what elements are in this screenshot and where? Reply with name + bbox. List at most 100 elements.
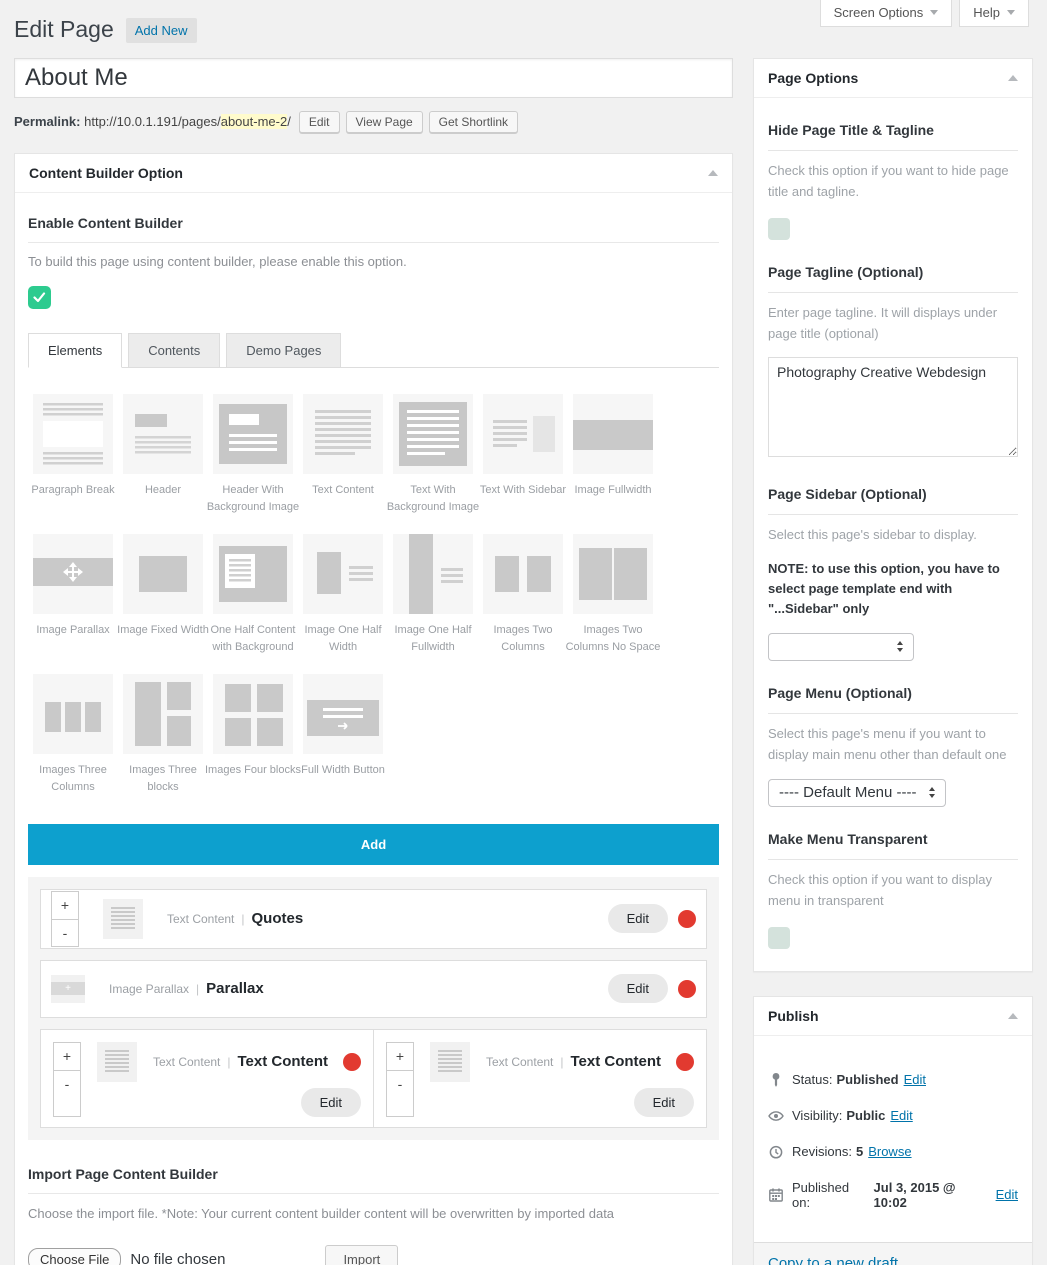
stepper-minus-button[interactable]: - xyxy=(54,1070,80,1097)
page-options-panel-header[interactable]: Page Options xyxy=(754,59,1032,98)
content-builder-panel: Content Builder Option Enable Content Bu… xyxy=(14,153,733,1265)
page-sidebar-select[interactable] xyxy=(768,633,914,661)
menu-transparent-description: Check this option if you want to display… xyxy=(768,869,1018,911)
publish-panel: Publish Status: Published Edit Visibilit… xyxy=(753,996,1033,1265)
content-builder-panel-header[interactable]: Content Builder Option xyxy=(15,154,732,193)
row-delete-button[interactable] xyxy=(343,1053,361,1071)
row-edit-button[interactable]: Edit xyxy=(608,904,668,933)
page-sidebar-heading: Page Sidebar (Optional) xyxy=(768,486,1018,515)
stepper-plus-button[interactable]: + xyxy=(52,892,78,919)
row-type-label: Text Content xyxy=(167,912,234,926)
help-label: Help xyxy=(973,5,1000,20)
element-text-with-background-image[interactable]: Text With Background Image xyxy=(388,394,478,516)
paragraph-break-icon xyxy=(33,394,113,474)
stepper-plus-button[interactable]: + xyxy=(54,1043,80,1070)
element-images-two-columns[interactable]: Images Two Columns xyxy=(478,534,568,656)
eye-icon xyxy=(768,1108,784,1124)
row-edit-button[interactable]: Edit xyxy=(608,974,668,1003)
add-element-button[interactable]: Add xyxy=(28,824,719,865)
tab-demo-pages[interactable]: Demo Pages xyxy=(226,333,341,368)
builder-row-text-content-1: + - Text Content | Text Content xyxy=(41,1030,374,1127)
row-delete-button[interactable] xyxy=(678,910,696,928)
images-three-blocks-icon xyxy=(123,674,203,754)
stepper-minus-button[interactable]: - xyxy=(387,1070,413,1097)
hide-title-checkbox[interactable] xyxy=(768,218,790,240)
page-menu-description: Select this page's menu if you want to d… xyxy=(768,723,1018,765)
menu-transparent-checkbox[interactable] xyxy=(768,927,790,949)
collapse-icon[interactable] xyxy=(1008,75,1018,81)
permalink: Permalink: http://10.0.1.191/pages/about… xyxy=(14,111,733,133)
builder-tabs: Elements Contents Demo Pages xyxy=(28,333,719,368)
row-edit-button[interactable]: Edit xyxy=(634,1088,694,1117)
view-page-button[interactable]: View Page xyxy=(346,111,423,133)
element-images-three-blocks[interactable]: Images Three blocks xyxy=(118,674,208,796)
tagline-description: Enter page tagline. It will displays und… xyxy=(768,302,1018,344)
element-images-four-blocks[interactable]: Images Four blocks xyxy=(208,674,298,796)
help-tab[interactable]: Help xyxy=(959,0,1029,27)
element-text-content[interactable]: Text Content xyxy=(298,394,388,516)
element-one-half-content-background[interactable]: One Half Content with Background xyxy=(208,534,298,656)
element-full-width-button[interactable]: Full Width Button xyxy=(298,674,388,796)
row-name: Parallax xyxy=(206,980,264,997)
images-four-blocks-icon xyxy=(213,674,293,754)
element-paragraph-break[interactable]: Paragraph Break xyxy=(28,394,118,516)
published-on-edit-link[interactable]: Edit xyxy=(996,1187,1018,1202)
visibility-label: Visibility: xyxy=(792,1108,842,1123)
hide-title-description: Check this option if you want to hide pa… xyxy=(768,160,1018,202)
revisions-label: Revisions: xyxy=(792,1144,852,1159)
publish-title: Publish xyxy=(768,1008,819,1024)
element-header[interactable]: Header xyxy=(118,394,208,516)
element-image-fixed-width[interactable]: Image Fixed Width xyxy=(118,534,208,656)
image-fixed-width-icon xyxy=(123,534,203,614)
published-on-value: Jul 3, 2015 @ 10:02 xyxy=(874,1180,991,1210)
row-edit-button[interactable]: Edit xyxy=(301,1088,361,1117)
visibility-edit-link[interactable]: Edit xyxy=(890,1108,912,1123)
image-parallax-icon xyxy=(33,534,113,614)
row-stepper: + - xyxy=(386,1042,414,1117)
get-shortlink-button[interactable]: Get Shortlink xyxy=(429,111,518,133)
row-delete-button[interactable] xyxy=(678,980,696,998)
tab-contents[interactable]: Contents xyxy=(128,333,220,368)
copy-to-new-draft-link[interactable]: Copy to a new draft xyxy=(768,1255,898,1265)
row-delete-button[interactable] xyxy=(676,1053,694,1071)
tagline-textarea[interactable]: Photography Creative Webdesign xyxy=(768,357,1018,457)
permalink-slug: about-me-2 xyxy=(221,114,287,129)
add-new-button[interactable]: Add New xyxy=(126,18,197,43)
separator: | xyxy=(196,982,199,996)
builder-row-quotes: + - Text Content | Quotes Edit xyxy=(40,889,707,949)
page-menu-select[interactable]: ---- Default Menu ---- xyxy=(768,779,946,807)
element-image-one-half-fullwidth[interactable]: Image One Half Fullwidth xyxy=(388,534,478,656)
collapse-icon[interactable] xyxy=(708,170,718,176)
screen-options-tab[interactable]: Screen Options xyxy=(820,0,953,27)
element-images-three-columns[interactable]: Images Three Columns xyxy=(28,674,118,796)
header-icon xyxy=(123,394,203,474)
text-content-thumb-icon xyxy=(97,1042,137,1082)
row-type-label: Text Content xyxy=(153,1055,220,1069)
enable-builder-checkbox[interactable] xyxy=(28,286,51,309)
header-background-icon xyxy=(213,394,293,474)
publish-revisions-row: Revisions: 5 Browse xyxy=(768,1144,1018,1160)
element-header-with-background-image[interactable]: Header With Background Image xyxy=(208,394,298,516)
stepper-minus-button[interactable]: - xyxy=(52,919,78,946)
collapse-icon[interactable] xyxy=(1008,1013,1018,1019)
page-title-input[interactable] xyxy=(14,58,733,98)
elements-grid: Paragraph Break Header Header With Backg… xyxy=(28,394,719,796)
import-button[interactable]: Import xyxy=(325,1245,398,1265)
publish-status-row: Status: Published Edit xyxy=(768,1072,1018,1088)
status-edit-link[interactable]: Edit xyxy=(904,1072,926,1087)
row-stepper: + - xyxy=(51,891,79,947)
publish-panel-header[interactable]: Publish xyxy=(754,997,1032,1036)
element-image-fullwidth[interactable]: Image Fullwidth xyxy=(568,394,658,516)
permalink-edit-button[interactable]: Edit xyxy=(299,111,340,133)
element-text-with-sidebar[interactable]: Text With Sidebar xyxy=(478,394,568,516)
element-image-parallax[interactable]: Image Parallax xyxy=(28,534,118,656)
stepper-plus-button[interactable]: + xyxy=(387,1043,413,1070)
choose-file-button[interactable]: Choose File xyxy=(28,1248,121,1265)
menu-transparent-heading: Make Menu Transparent xyxy=(768,831,1018,860)
element-images-two-columns-no-space[interactable]: Images Two Columns No Space xyxy=(568,534,658,656)
revisions-browse-link[interactable]: Browse xyxy=(868,1144,911,1159)
row-name: Text Content xyxy=(571,1053,662,1070)
tab-elements[interactable]: Elements xyxy=(28,333,122,368)
element-image-one-half-width[interactable]: Image One Half Width xyxy=(298,534,388,656)
images-two-columns-no-space-icon xyxy=(573,534,653,614)
